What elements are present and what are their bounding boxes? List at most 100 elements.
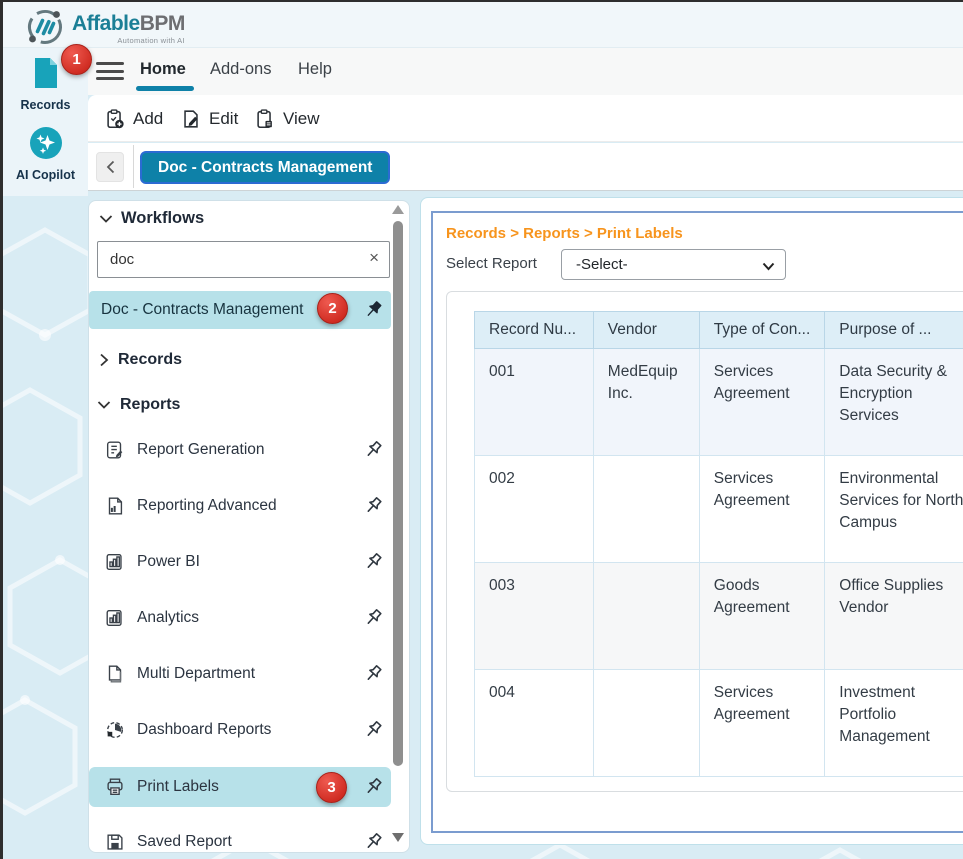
tree-item-label: Reporting Advanced: [137, 497, 277, 515]
pin-icon[interactable]: [361, 662, 385, 686]
table-row[interactable]: 003 Goods Agreement Office Supplies Vend…: [475, 563, 963, 670]
pin-icon[interactable]: [361, 718, 385, 742]
breadcrumb: Records > Reports > Print Labels: [446, 225, 683, 242]
rail-item-label: Records: [3, 98, 88, 112]
cell-vendor: [593, 563, 699, 670]
tree-item-label: Power BI: [137, 553, 200, 571]
pin-icon[interactable]: [361, 606, 385, 630]
tree-section-label: Records: [118, 351, 182, 369]
logo-tagline: Automation with AI: [72, 36, 185, 45]
chevron-down-icon: [97, 400, 111, 410]
cell-vendor: [593, 456, 699, 563]
print-labels-container: Records > Reports > Print Labels Select …: [431, 211, 963, 833]
add-button[interactable]: Add: [104, 104, 163, 134]
scroll-down-arrow[interactable]: [392, 833, 404, 842]
select-report-dropdown[interactable]: -Select-: [561, 249, 786, 280]
app-logo: AffableBPM Automation with AI: [24, 6, 185, 48]
workflows-section-header[interactable]: Workflows: [99, 209, 204, 228]
view-button-label: View: [283, 109, 320, 129]
tree-item-saved-report[interactable]: Saved Report: [89, 823, 391, 853]
bar-chart-icon: [104, 607, 126, 629]
cell-record-number: 004: [475, 670, 594, 777]
rail-item-ai-copilot[interactable]: AI Copilot: [3, 126, 88, 182]
table-header-row: Record Nu... Vendor Type of Con... Purpo…: [475, 312, 963, 349]
save-icon: [104, 831, 126, 853]
records-toolbar: Add Edit View: [88, 95, 963, 142]
tree-section-records[interactable]: Records: [99, 351, 182, 369]
workflow-search-input[interactable]: [110, 242, 350, 277]
clipboard-plus-icon: [104, 108, 126, 130]
chevron-right-icon: [99, 353, 109, 367]
workflows-title: Workflows: [121, 209, 204, 228]
view-button[interactable]: View: [254, 104, 320, 134]
pin-icon[interactable]: [361, 438, 385, 462]
table-row[interactable]: 004 Services Agreement Investment Portfo…: [475, 670, 963, 777]
tree-item-label: Saved Report: [137, 833, 232, 851]
logo-title: AffableBPM: [72, 12, 185, 36]
pages-icon: [104, 663, 126, 685]
cell-purpose: Environmental Services for North Campus: [825, 456, 963, 563]
workflow-tab-bar: Doc - Contracts Management: [88, 143, 963, 190]
active-menu-underline: [136, 86, 194, 91]
tree-section-label: Reports: [120, 396, 180, 414]
column-header-purpose[interactable]: Purpose of ...: [825, 312, 963, 349]
column-header-record-number[interactable]: Record Nu...: [475, 312, 594, 349]
tree-item-power-bi[interactable]: Power BI: [89, 543, 391, 581]
pin-icon[interactable]: [361, 550, 385, 574]
tree-item-multi-department[interactable]: Multi Department: [89, 655, 391, 693]
annotation-badge-1: 1: [61, 44, 92, 75]
workflow-search-box: ×: [97, 241, 390, 278]
tree-item-label: Dashboard Reports: [137, 721, 271, 739]
tab-doc-contracts-management[interactable]: Doc - Contracts Management: [140, 151, 390, 184]
cell-type-of-contract: Services Agreement: [699, 456, 825, 563]
report-table: Record Nu... Vendor Type of Con... Purpo…: [474, 311, 963, 777]
pin-icon[interactable]: [361, 494, 385, 518]
app-window: AffableBPM Automation with AI Records AI…: [0, 0, 963, 859]
dashboard-icon: [104, 719, 126, 741]
hamburger-menu-icon[interactable]: [96, 62, 124, 82]
cell-purpose: Office Supplies Vendor: [825, 563, 963, 670]
tree-item-reporting-advanced[interactable]: Reporting Advanced: [89, 487, 391, 525]
page-pencil-icon: [180, 108, 202, 130]
printer-icon: [104, 776, 126, 798]
tree-section-reports[interactable]: Reports: [97, 396, 180, 414]
select-report-value: -Select-: [576, 256, 628, 273]
menu-item-help[interactable]: Help: [298, 60, 332, 79]
cell-record-number: 001: [475, 349, 594, 456]
window-top-edge: [0, 0, 963, 2]
pin-filled-icon[interactable]: [361, 298, 385, 322]
chevron-down-icon: [99, 214, 113, 224]
clipboard-view-icon: [254, 108, 276, 130]
tree-item-label: Multi Department: [137, 665, 255, 683]
tree-item-report-generation[interactable]: Report Generation: [89, 431, 391, 469]
cell-vendor: MedEquip Inc.: [593, 349, 699, 456]
table-row[interactable]: 001 MedEquip Inc. Services Agreement Dat…: [475, 349, 963, 456]
search-clear-icon[interactable]: ×: [369, 248, 379, 268]
tab-scroll-back-button[interactable]: [96, 152, 124, 182]
cell-type-of-contract: Goods Agreement: [699, 563, 825, 670]
cell-record-number: 003: [475, 563, 594, 670]
report-generation-icon: [104, 439, 126, 461]
table-row[interactable]: 002 Services Agreement Environmental Ser…: [475, 456, 963, 563]
menu-item-add-ons[interactable]: Add-ons: [210, 60, 271, 79]
column-header-type-of-contract[interactable]: Type of Con...: [699, 312, 825, 349]
pin-icon[interactable]: [361, 775, 385, 799]
select-report-label: Select Report: [446, 255, 537, 272]
edit-button[interactable]: Edit: [180, 104, 238, 134]
sparkles-icon: [29, 126, 63, 160]
column-header-vendor[interactable]: Vendor: [593, 312, 699, 349]
bar-chart-icon: [104, 551, 126, 573]
workflow-item-label: Doc - Contracts Management: [101, 301, 303, 319]
window-left-edge: [0, 0, 3, 859]
chevron-left-icon: [106, 160, 115, 174]
app-header: AffableBPM Automation with AI: [3, 2, 963, 48]
scroll-up-arrow[interactable]: [392, 205, 404, 214]
menu-item-home[interactable]: Home: [140, 60, 186, 79]
annotation-badge-2: 2: [317, 293, 348, 324]
workflows-scrollbar[interactable]: [392, 205, 404, 850]
pin-icon[interactable]: [361, 830, 385, 853]
annotation-badge-3: 3: [316, 772, 347, 803]
tree-item-analytics[interactable]: Analytics: [89, 599, 391, 637]
scrollbar-thumb[interactable]: [393, 221, 403, 766]
tree-item-dashboard-reports[interactable]: Dashboard Reports: [89, 711, 391, 749]
